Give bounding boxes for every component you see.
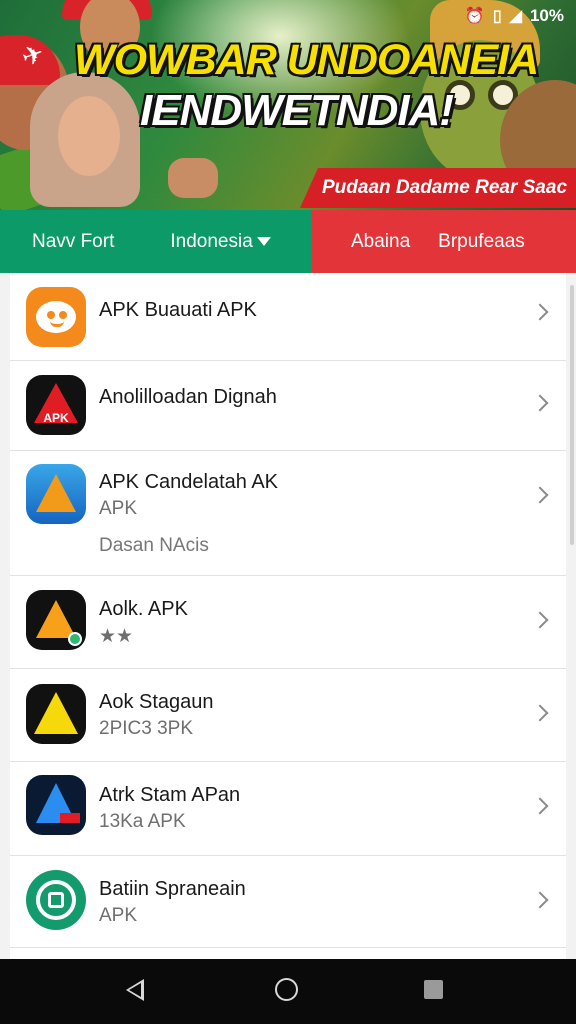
list-item[interactable]: Atrk Stam APan 13Ka APK: [10, 762, 566, 856]
app-icon-text: APK: [43, 411, 69, 425]
vibrate-icon: ▯: [492, 8, 502, 25]
list-scrollbar[interactable]: [570, 285, 574, 545]
app-name: Atrk Stam APan: [99, 784, 241, 806]
tab-properties[interactable]: Brpufeaas: [438, 231, 525, 253]
chevron-right-icon: [531, 394, 549, 412]
green-circle-icon: [26, 870, 86, 930]
category-tabs: Navv Fort Indonesia Abaina Brpufeaas: [0, 210, 576, 273]
list-item[interactable]: APK Buauati APK: [10, 273, 566, 361]
apk-red-triangle-icon: APK: [26, 375, 86, 435]
list-item[interactable]: Batiin Spraneain APK: [10, 856, 566, 948]
recents-icon[interactable]: [424, 980, 443, 999]
chevron-right-icon: [531, 303, 549, 321]
status-bar: ⏰ ▯ ◢ 10%: [465, 6, 564, 26]
tab-new-font[interactable]: Navv Fort: [32, 231, 114, 253]
signal-icon: ◢: [509, 8, 522, 25]
chevron-right-icon: [531, 891, 549, 909]
blue-triangle-icon: [26, 775, 86, 835]
caret-down-icon: [256, 237, 271, 246]
app-subtitle: APK: [99, 498, 138, 519]
tabs-group-red: Abaina Brpufeaas: [311, 210, 576, 273]
tab-abaina[interactable]: Abaina: [351, 231, 410, 253]
chevron-right-icon: [531, 797, 549, 815]
app-subtitle: 13Ka APK: [99, 811, 186, 832]
app-rating-stars: ★★: [99, 626, 134, 647]
chevron-right-icon: [531, 704, 549, 722]
chevron-right-icon: [531, 611, 549, 629]
alarm-icon: ⏰: [464, 8, 485, 25]
home-icon[interactable]: [275, 978, 298, 1001]
app-extra-text: Dasan NAcis: [99, 535, 209, 556]
back-icon-inner: [129, 983, 141, 997]
banner-person-3: [58, 96, 120, 176]
app-name: APK Candelatah AK: [99, 471, 279, 493]
app-subtitle: APK: [99, 905, 138, 926]
app-name: APK Buauati APK: [99, 299, 257, 321]
banner-title-line-1: WOWBAR UNDOANEIA: [74, 36, 539, 84]
list-item[interactable]: Aolk. APK ★★: [10, 576, 566, 669]
app-name: Aolk. APK: [99, 598, 188, 620]
battery-percentage: 10%: [529, 6, 564, 25]
banner-ribbon-text: Pudaan Dadame Rear Saac: [322, 177, 568, 198]
system-nav-bar: [0, 959, 576, 1024]
app-screen: ✈ ⏰ ▯ ◢ 10% WOWBAR UNDOANEIA IENDWETNDIA…: [0, 0, 576, 1024]
yellow-triangle-icon: [26, 684, 86, 744]
list-item[interactable]: APK Anolilloadan Dignah: [10, 361, 566, 451]
orange-triangle-icon: [26, 590, 86, 650]
banner-title-line-2: IENDWETNDIA!: [140, 86, 454, 135]
blue-orange-triangle-icon: [26, 464, 86, 524]
app-subtitle: 2PIC3 3PK: [99, 718, 193, 739]
orange-face-icon: [26, 287, 86, 347]
app-name: Anolilloadan Dignah: [99, 386, 277, 408]
app-name: Aok Stagaun: [99, 691, 214, 713]
tabs-group-green: Navv Fort Indonesia: [0, 210, 311, 273]
list-item[interactable]: Aok Stagaun 2PIC3 3PK: [10, 669, 566, 762]
tab-indonesia-label: Indonesia: [170, 230, 253, 252]
app-list: APK Buauati APK APK Anolilloadan Dignah …: [10, 273, 566, 959]
tab-indonesia-dropdown[interactable]: Indonesia: [170, 230, 271, 253]
banner-fist: [168, 158, 218, 198]
app-name: Batiin Spraneain: [99, 878, 246, 900]
chevron-right-icon: [531, 486, 549, 504]
list-item[interactable]: APK Candelatah AK APK Dasan NAcis: [10, 451, 566, 576]
promo-banner[interactable]: ✈ ⏰ ▯ ◢ 10% WOWBAR UNDOANEIA IENDWETNDIA…: [0, 0, 576, 210]
